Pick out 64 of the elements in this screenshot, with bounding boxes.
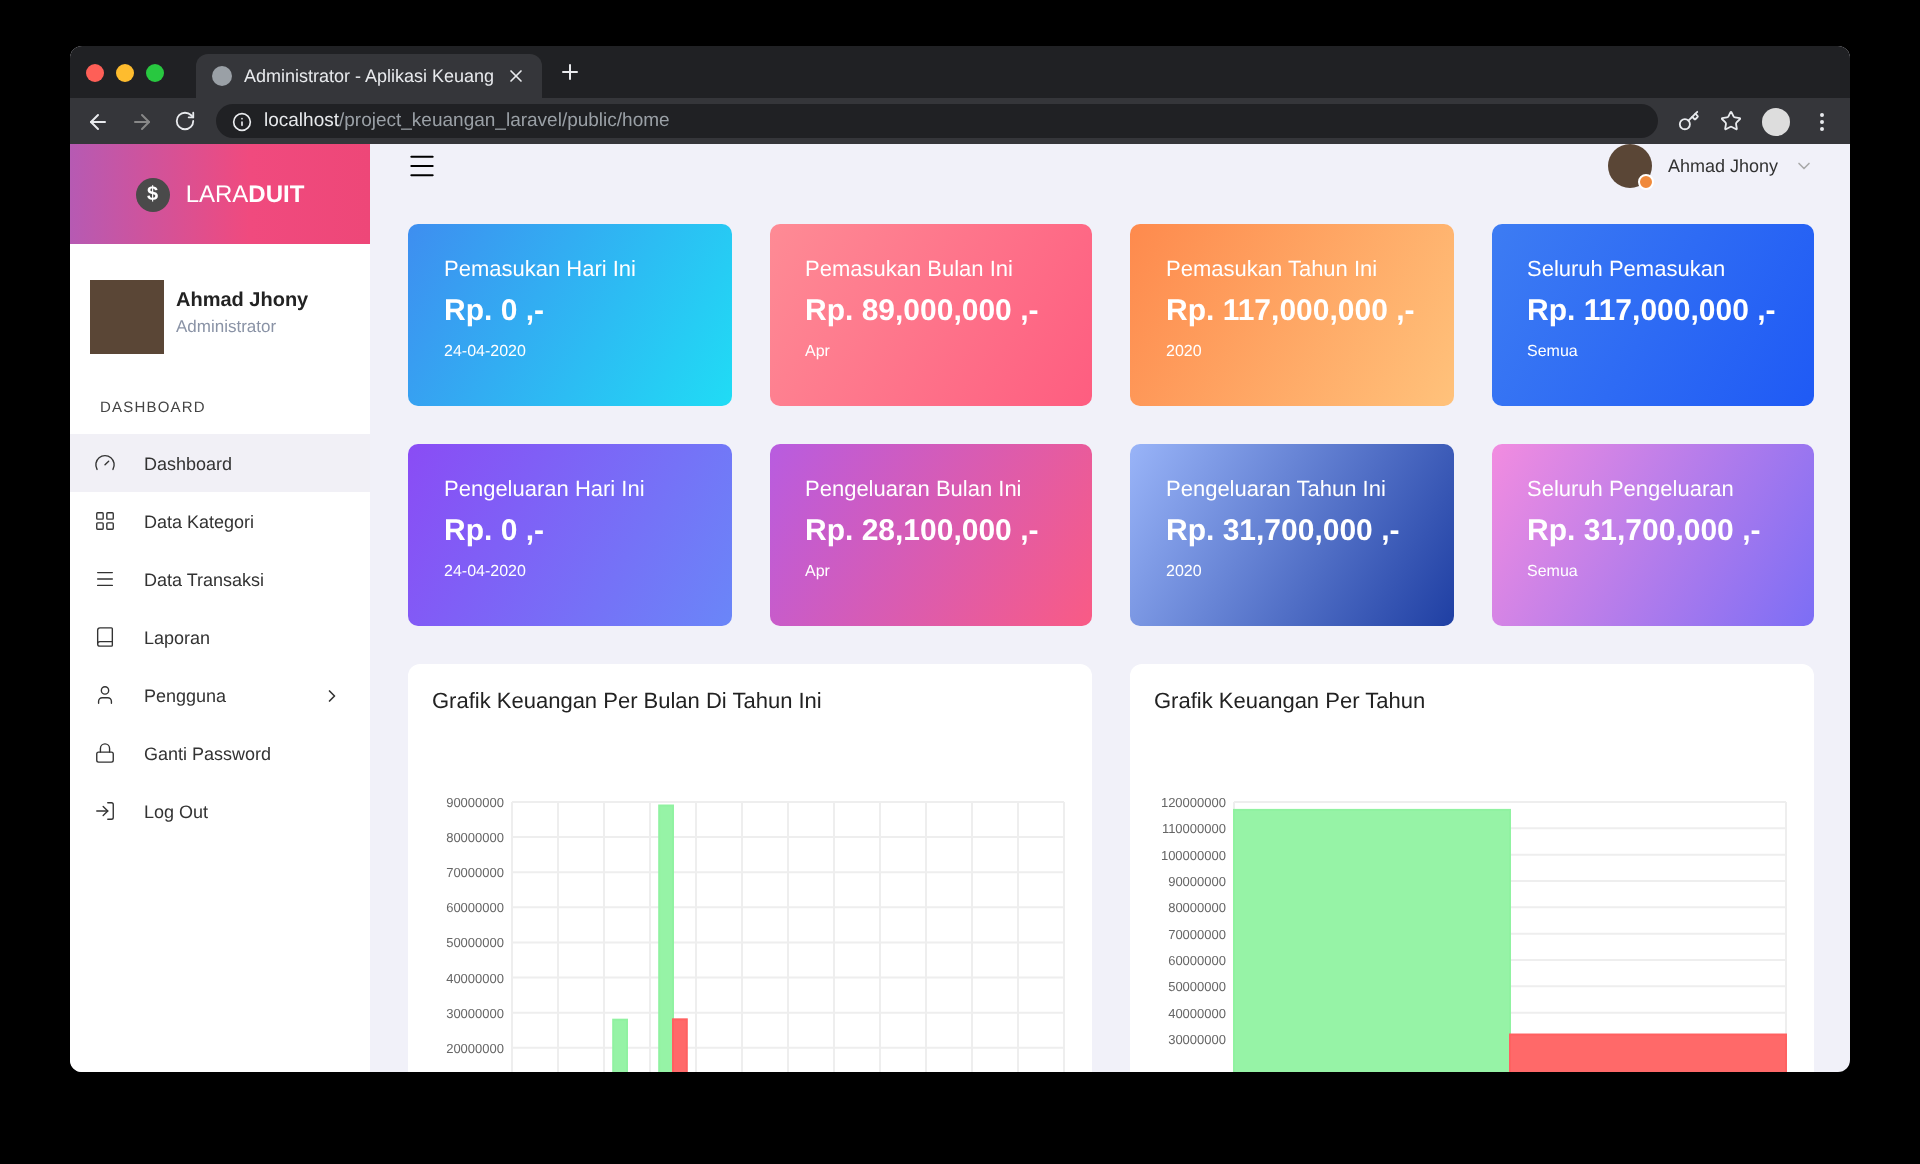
new-tab-icon[interactable]: [558, 60, 583, 84]
brand-name: LARADUIT: [185, 180, 305, 208]
card-title: Pemasukan Tahun Ini: [1166, 258, 1380, 282]
profile-avatar[interactable]: [1762, 107, 1790, 135]
card-note: Semua: [1527, 342, 1580, 360]
grid-icon: [94, 510, 116, 532]
photo-placeholder: [90, 280, 164, 354]
key-icon[interactable]: [1678, 110, 1700, 132]
card-title: Pengeluaran Hari Ini: [444, 478, 647, 502]
list-icon: [94, 568, 116, 590]
browser-tab[interactable]: Administrator - Aplikasi Keuang: [196, 54, 543, 98]
chart-title: Grafik Keuangan Per Bulan Di Tahun Ini: [432, 690, 824, 714]
user-icon: [94, 684, 116, 706]
menu-button[interactable]: [406, 150, 438, 182]
sidebar-item[interactable]: Laporan: [70, 608, 370, 666]
card-amount: Rp. 0 ,-: [444, 294, 547, 328]
card-amount: Rp. 117,000,000 ,-: [1527, 294, 1778, 328]
card-note: 2020: [1166, 342, 1204, 360]
card-note: Apr: [805, 562, 832, 580]
status-dot: [1637, 174, 1654, 190]
sidebar-item[interactable]: Data Transaksi: [70, 550, 370, 608]
info-icon[interactable]: [232, 111, 252, 131]
user-name[interactable]: Ahmad Jhony: [1667, 156, 1778, 176]
star-icon[interactable]: [1720, 110, 1742, 132]
card-note: 24-04-2020: [444, 342, 528, 360]
chart-title: Grafik Keuangan Per Tahun: [1154, 690, 1428, 714]
card-amount: Rp. 0 ,-: [444, 514, 547, 548]
card-note: Semua: [1527, 562, 1580, 580]
card-amount: Rp. 31,700,000 ,-: [1166, 514, 1402, 548]
card-title: Seluruh Pemasukan: [1527, 258, 1728, 282]
sidebar-item[interactable]: Ganti Password: [70, 724, 370, 782]
card-amount: Rp. 28,100,000 ,-: [805, 514, 1041, 548]
close-window-button[interactable]: [86, 63, 104, 81]
card-amount: Rp. 89,000,000 ,-: [805, 294, 1041, 328]
card-note: Apr: [805, 342, 832, 360]
minimize-window-button[interactable]: [116, 63, 134, 81]
lock-icon: [94, 742, 116, 764]
avatar[interactable]: [1607, 144, 1652, 188]
user-role: Administrator: [176, 316, 279, 336]
card-amount: Rp. 31,700,000 ,-: [1527, 514, 1763, 548]
close-icon[interactable]: [506, 66, 527, 86]
card-title: Seluruh Pengeluaran: [1527, 478, 1736, 502]
sidebar-item[interactable]: Pengguna: [70, 666, 370, 724]
reload-icon[interactable]: [174, 110, 196, 132]
user-name: Ahmad Jhony: [176, 290, 309, 312]
gauge-icon: [94, 452, 116, 474]
logout-icon: [94, 800, 116, 822]
card-title: Pemasukan Bulan Ini: [805, 258, 1015, 282]
favicon-icon: [212, 66, 232, 86]
sidebar-item[interactable]: Data Kategori: [70, 492, 370, 550]
card-title: Pemasukan Hari Ini: [444, 258, 638, 282]
card-note: 24-04-2020: [444, 562, 528, 580]
address-field[interactable]: localhost/project_keuangan_laravel/public/home: [216, 104, 1658, 138]
book-icon: [94, 626, 116, 648]
card-title: Pengeluaran Tahun Ini: [1166, 478, 1388, 502]
card-amount: Rp. 117,000,000 ,-: [1166, 294, 1417, 328]
sidebar-item[interactable]: Dashboard: [70, 434, 370, 492]
back-icon[interactable]: [86, 109, 110, 133]
forward-icon[interactable]: [130, 109, 154, 133]
card-note: 2020: [1166, 562, 1204, 580]
logo-icon: $: [135, 177, 170, 211]
sidebar-item[interactable]: Log Out: [70, 782, 370, 840]
card-title: Pengeluaran Bulan Ini: [805, 478, 1024, 502]
zoom-window-button[interactable]: [146, 63, 164, 81]
